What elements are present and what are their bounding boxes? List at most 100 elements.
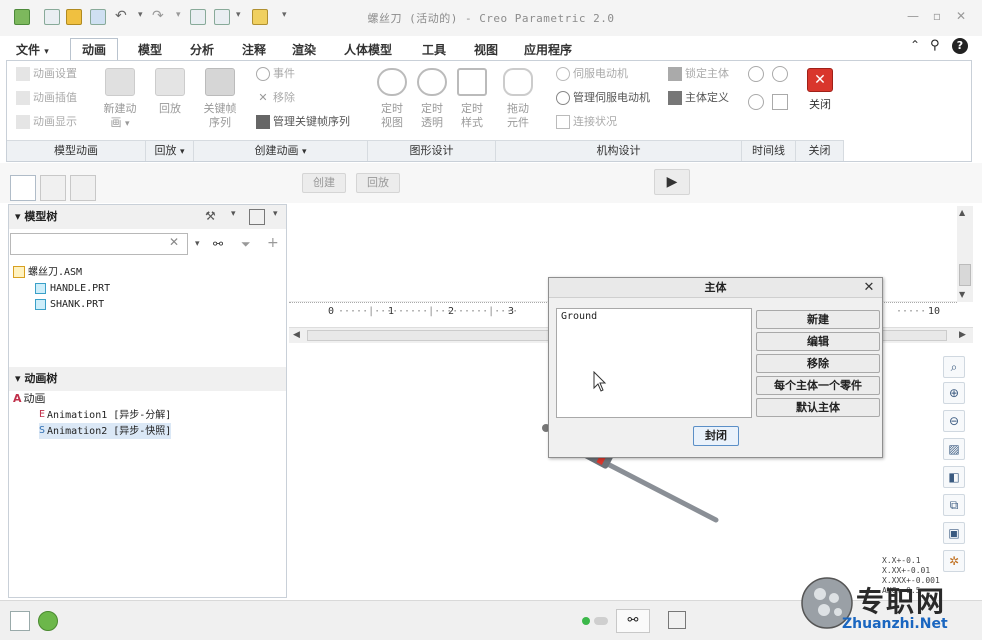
tab-render[interactable]: 渲染 bbox=[288, 40, 320, 60]
zoom-out-timeline-icon[interactable] bbox=[772, 66, 788, 82]
tab-applications[interactable]: 应用程序 bbox=[520, 40, 576, 60]
animation-tree-header[interactable]: ▾ 动画树 bbox=[9, 367, 286, 391]
tab-view[interactable]: 视图 bbox=[470, 40, 502, 60]
animation-settings-item[interactable]: 动画设置 bbox=[16, 65, 77, 83]
scroll-up-icon[interactable]: ▲ bbox=[959, 208, 965, 217]
settings-icon bbox=[16, 67, 30, 81]
tree-settings-dropdown-icon[interactable]: ▾ bbox=[231, 209, 236, 219]
play-icon[interactable]: ▶ bbox=[654, 169, 690, 195]
tree-item-animation2[interactable]: S Animation2 [异步-快照] bbox=[39, 423, 172, 439]
find-icon[interactable]: ⚯ bbox=[616, 609, 650, 633]
title-bar: ↶ ▾ ↷ ▾ ▾ ▾ 螺丝刀 (活动的) - Creo Parametric … bbox=[0, 0, 982, 36]
watermark-url: Zhuanzhi.Net bbox=[842, 616, 948, 632]
servo-motor-icon bbox=[556, 67, 570, 81]
saved-views-icon[interactable]: ⧉ bbox=[943, 494, 965, 516]
model-tree-tab-icon[interactable] bbox=[10, 175, 36, 201]
animation-interpolation-item[interactable]: 动画插值 bbox=[16, 89, 77, 107]
show-browser-icon[interactable] bbox=[38, 611, 58, 631]
zoom-in-timeline-icon[interactable] bbox=[748, 66, 764, 82]
folder-browser-tab-icon[interactable] bbox=[40, 175, 66, 201]
edit-body-button[interactable]: 编辑 bbox=[756, 332, 880, 351]
keyframe-sequence-button[interactable]: 关键帧 序列 bbox=[196, 68, 244, 130]
scroll-down-icon[interactable]: ▼ bbox=[959, 290, 965, 299]
find-binoculars-icon[interactable]: ⚯ bbox=[213, 237, 223, 251]
tab-annotate[interactable]: 注释 bbox=[238, 40, 270, 60]
ruler-dots: ····· bbox=[896, 306, 927, 317]
display-style-icon[interactable]: ◧ bbox=[943, 466, 965, 488]
tree-search-input[interactable] bbox=[10, 233, 188, 255]
selection-filter-icon[interactable] bbox=[668, 611, 686, 629]
one-part-per-body-button[interactable]: 每个主体一个零件 bbox=[756, 376, 880, 395]
lock-body-item[interactable]: 锁定主体 bbox=[668, 65, 729, 83]
servo-motor-item[interactable]: 伺服电动机 bbox=[556, 65, 628, 83]
timeline-frame-icon[interactable] bbox=[772, 94, 788, 110]
tree-item-assembly[interactable]: 螺丝刀.ASM bbox=[13, 265, 82, 281]
view-manager-icon[interactable]: ▣ bbox=[943, 522, 965, 544]
create-button[interactable]: 创建 bbox=[302, 173, 346, 193]
show-navigator-icon[interactable] bbox=[10, 611, 30, 631]
scroll-thumb[interactable] bbox=[959, 264, 971, 286]
zoom-fit-timeline-icon[interactable] bbox=[748, 94, 764, 110]
connection-status-item[interactable]: 连接状况 bbox=[556, 113, 617, 131]
body-list-item-ground[interactable]: Ground bbox=[561, 311, 747, 322]
close-animation-button[interactable]: ✕ 关闭 bbox=[796, 68, 844, 112]
animation-display-item[interactable]: 动画显示 bbox=[16, 113, 77, 131]
default-bodies-button[interactable]: 默认主体 bbox=[756, 398, 880, 417]
tree-item-animation1[interactable]: E Animation1 [异步-分解] bbox=[39, 407, 171, 423]
search-icon[interactable]: ⚲ bbox=[930, 38, 940, 53]
collapse-ribbon-icon[interactable]: ⌃ bbox=[910, 38, 920, 52]
event-item[interactable]: 事件 bbox=[256, 65, 295, 83]
window-title: 螺丝刀 (活动的) - Creo Parametric 2.0 bbox=[367, 12, 615, 25]
tree-item-shank[interactable]: SHANK.PRT bbox=[35, 297, 104, 313]
body-definition-item[interactable]: 主体定义 bbox=[668, 89, 729, 107]
tab-model[interactable]: 模型 bbox=[134, 40, 166, 60]
tab-manikin[interactable]: 人体模型 bbox=[340, 40, 396, 60]
tab-file[interactable]: 文件 ▾ bbox=[12, 40, 53, 60]
model-tree-header[interactable]: ▾ 模型树 bbox=[9, 205, 286, 229]
playback-icon bbox=[155, 68, 185, 96]
tab-animation[interactable]: 动画 bbox=[70, 38, 118, 62]
tree-columns-dropdown-icon[interactable]: ▾ bbox=[273, 209, 278, 219]
playback-small-button[interactable]: 回放 bbox=[356, 173, 400, 193]
dialog-close-icon[interactable]: ✕ bbox=[861, 280, 877, 296]
remove-item[interactable]: ✕ 移除 bbox=[256, 89, 295, 107]
film-icon bbox=[205, 68, 235, 96]
drag-components-button[interactable]: 拖动 元件 bbox=[494, 68, 542, 130]
close-icon[interactable]: ✕ bbox=[954, 10, 968, 22]
filter-icon[interactable]: ⏷ bbox=[241, 237, 251, 252]
scroll-right-icon[interactable]: ▶ bbox=[959, 330, 966, 340]
remove-body-button[interactable]: 移除 bbox=[756, 354, 880, 373]
timeline-vertical-scrollbar[interactable]: ▲ ▼ bbox=[957, 206, 973, 302]
bodies-list[interactable]: Ground bbox=[556, 308, 752, 418]
manage-servo-item[interactable]: 管理伺服电动机 bbox=[556, 89, 650, 107]
minimize-icon[interactable]: — bbox=[906, 10, 920, 22]
group-close: 关闭 bbox=[796, 140, 844, 161]
tree-item-handle[interactable]: HANDLE.PRT bbox=[35, 281, 110, 297]
help-icon[interactable]: ? bbox=[952, 38, 968, 54]
timed-style-icon bbox=[457, 68, 487, 96]
tree-item-animation-root[interactable]: A 动画 bbox=[13, 391, 46, 407]
new-animation-button[interactable]: 新建动 画 ▾ bbox=[96, 68, 144, 131]
ruler-tick-2: 2 bbox=[448, 306, 455, 317]
tab-analysis[interactable]: 分析 bbox=[186, 40, 218, 60]
tree-settings-icon[interactable]: ⚒ bbox=[205, 209, 223, 225]
favorites-tab-icon[interactable] bbox=[70, 175, 96, 201]
group-graphic-design: 图形设计 bbox=[368, 140, 496, 161]
tree-columns-icon[interactable] bbox=[249, 209, 265, 225]
part-icon bbox=[35, 282, 46, 294]
new-body-button[interactable]: 新建 bbox=[756, 310, 880, 329]
clear-search-icon[interactable]: ✕ bbox=[169, 235, 179, 249]
timed-style-button[interactable]: 定时 样式 bbox=[448, 68, 496, 130]
maximize-icon[interactable]: ▫ bbox=[930, 10, 944, 22]
search-dropdown-icon[interactable]: ▾ bbox=[195, 239, 200, 249]
scroll-left-icon[interactable]: ◀ bbox=[293, 330, 300, 340]
zoom-out-icon[interactable]: ⊖ bbox=[943, 410, 965, 432]
manage-keyframes-item[interactable]: 管理关键帧序列 bbox=[256, 113, 350, 131]
add-icon[interactable]: + bbox=[267, 235, 279, 251]
dialog-close-button[interactable]: 封闭 bbox=[693, 426, 739, 446]
playback-button[interactable]: 回放 bbox=[146, 68, 194, 116]
tab-tools[interactable]: 工具 bbox=[418, 40, 450, 60]
refit-icon[interactable]: ⌕ bbox=[943, 356, 965, 378]
repaint-icon[interactable]: ▨ bbox=[943, 438, 965, 460]
zoom-in-icon[interactable]: ⊕ bbox=[943, 382, 965, 404]
